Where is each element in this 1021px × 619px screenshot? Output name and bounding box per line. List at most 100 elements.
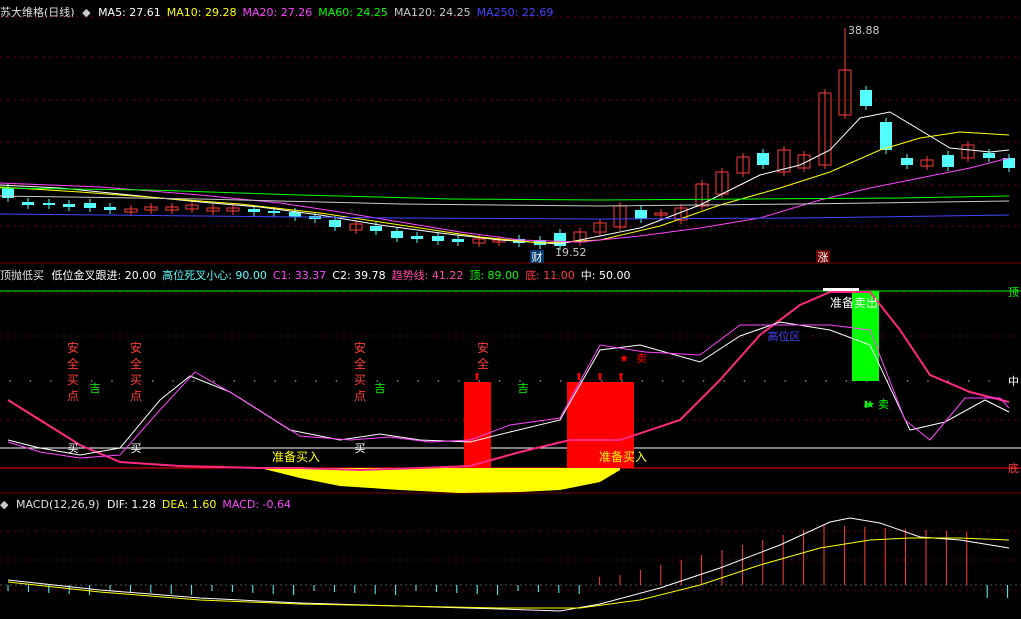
up-arrow-icon: ⬆ xyxy=(575,372,583,383)
ma250-line xyxy=(0,213,1010,220)
mid-dot xyxy=(988,380,990,382)
stock-chart-canvas[interactable]: 38.8819.52财 涨顶中底安全买点安全买点安全买点安全吉吉吉买买买准备买入准… xyxy=(0,0,1021,619)
mid-dot xyxy=(111,380,113,382)
candle-body xyxy=(63,204,75,207)
mid-dot xyxy=(437,380,440,382)
candle-body xyxy=(432,236,444,241)
buy-label: 买 xyxy=(355,442,366,455)
candle-body xyxy=(248,209,260,212)
mid-dot xyxy=(723,380,725,382)
mid-dot xyxy=(825,380,827,382)
dea-line xyxy=(7,537,1010,609)
candle-body xyxy=(983,153,995,158)
level-bottom-label: 底 xyxy=(1008,461,1019,475)
candle-body xyxy=(43,203,55,205)
mid-dot xyxy=(152,380,154,382)
mid-dot xyxy=(9,380,11,382)
buy-label: 买 xyxy=(68,442,79,455)
low-price-label: 19.52 xyxy=(555,246,587,259)
ma5-line xyxy=(0,111,1010,245)
prepare-buy-label: 准备买入 xyxy=(599,450,647,464)
mid-dot xyxy=(784,380,786,382)
mid-dot xyxy=(702,380,705,382)
mid-dot xyxy=(662,380,664,382)
prepare-sell-label: 准备卖出 xyxy=(830,296,878,310)
safe-buy-text: 买 xyxy=(130,373,142,387)
sell-star-icon: ★ xyxy=(865,398,875,411)
ji-marker: 吉 xyxy=(90,382,101,395)
mid-dot xyxy=(315,380,317,382)
safe-buy-text: 点 xyxy=(67,389,79,403)
mid-dot xyxy=(172,380,174,382)
mid-dot xyxy=(560,380,562,382)
safe-buy-text: 全 xyxy=(67,356,79,371)
candle-body xyxy=(411,236,423,239)
safe-buy-text: 安 xyxy=(67,340,79,355)
safe-buy-text: 全 xyxy=(477,356,489,371)
level-mid-label: 中 xyxy=(1008,375,1019,388)
cai-badge: 财 xyxy=(532,250,543,264)
mid-dot xyxy=(335,380,338,382)
candle-body xyxy=(901,158,913,165)
prepare-buy-label: 准备买入 xyxy=(272,450,320,464)
mid-dot xyxy=(498,380,501,382)
sell-marker xyxy=(823,288,859,291)
mid-dot xyxy=(539,380,542,382)
safe-buy-text: 安 xyxy=(130,340,142,355)
mid-dot xyxy=(233,380,236,382)
mid-dot xyxy=(906,380,909,382)
mid-dot xyxy=(50,380,52,382)
candle-body xyxy=(268,211,280,213)
mid-dot xyxy=(682,380,684,382)
mid-dot xyxy=(274,380,277,382)
candle-body xyxy=(370,226,382,231)
up-arrow-icon: ⬆ xyxy=(596,372,604,383)
mid-dot xyxy=(458,380,460,382)
level-top-label: 顶 xyxy=(1008,286,1019,299)
mid-dot xyxy=(804,380,807,382)
sell-label: 卖 xyxy=(878,398,889,411)
mid-dot xyxy=(396,380,399,382)
ma20-line xyxy=(0,157,1010,243)
candle-body xyxy=(757,153,769,165)
ji-marker: 吉 xyxy=(518,382,529,395)
high-price-label: 38.88 xyxy=(848,24,880,37)
mid-dot xyxy=(417,380,419,382)
safe-buy-text: 点 xyxy=(354,389,366,403)
buy-zone-area xyxy=(260,468,620,493)
mid-dot xyxy=(213,380,215,382)
mid-dot xyxy=(927,380,929,382)
candle-body xyxy=(22,202,34,205)
mid-dot xyxy=(764,380,766,382)
mid-dot xyxy=(254,380,256,382)
mid-dot xyxy=(294,380,297,382)
high-zone-label: 高位区 xyxy=(768,329,801,343)
safe-buy-text: 买 xyxy=(67,373,79,387)
candle-body xyxy=(452,239,464,242)
mid-dot xyxy=(845,380,848,382)
candle-body xyxy=(391,231,403,238)
ji-marker: 吉 xyxy=(375,382,386,395)
safe-buy-text: 安 xyxy=(354,340,366,355)
safe-buy-text: 全 xyxy=(130,356,142,371)
mid-dot xyxy=(192,380,195,382)
safe-buy-text: 全 xyxy=(354,356,366,371)
buy-label: 买 xyxy=(131,442,142,455)
candle-body xyxy=(84,203,96,208)
sell-label: 卖 xyxy=(636,352,647,365)
zhang-badge: 涨 xyxy=(818,251,829,264)
mid-dot xyxy=(641,380,644,382)
candle-body xyxy=(289,212,301,217)
buy-signal-bar xyxy=(464,382,491,468)
candle-body xyxy=(880,122,892,150)
up-arrow-icon: ⬆ xyxy=(617,372,625,383)
mid-dot xyxy=(29,380,32,382)
safe-buy-text: 点 xyxy=(130,389,142,403)
safe-buy-text: 安 xyxy=(477,340,489,355)
up-arrow-icon: ⬆ xyxy=(473,372,481,383)
candle-body xyxy=(635,210,647,219)
candle-body xyxy=(329,220,341,227)
mid-dot xyxy=(743,380,746,382)
candle-body xyxy=(942,155,954,167)
candle-body xyxy=(860,90,872,106)
